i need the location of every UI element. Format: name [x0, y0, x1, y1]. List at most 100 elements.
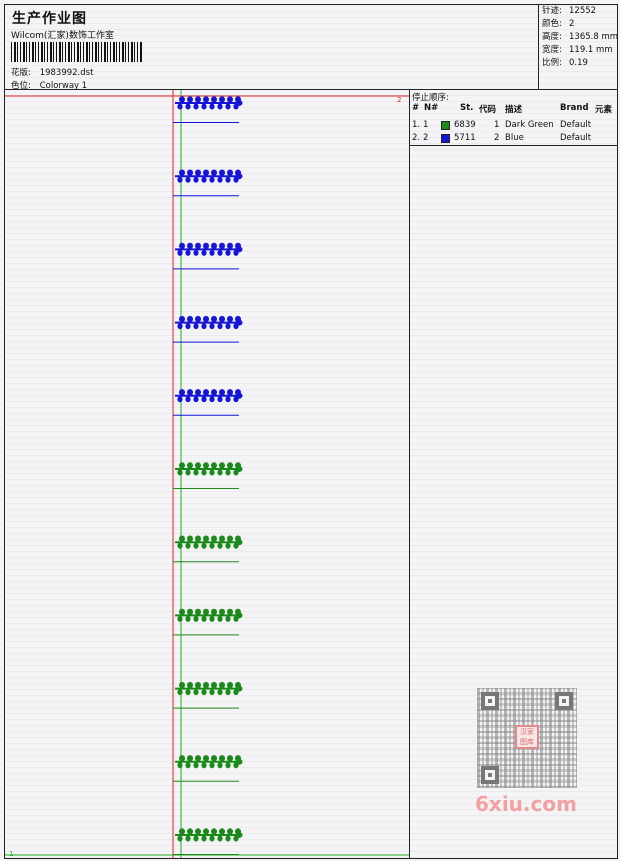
- sprig-leaf: [219, 608, 225, 616]
- sprig-leaf: [211, 96, 217, 103]
- stat-value: 119.1 mm: [569, 45, 613, 55]
- sprig-leaf: [187, 242, 193, 250]
- sprig-leaf: [219, 681, 225, 689]
- col-index: #: [412, 103, 420, 113]
- embroidery-sprig: [173, 828, 243, 855]
- sprig-leaf: [193, 762, 199, 769]
- sprig-tip: [235, 832, 243, 838]
- sprig-tip: [235, 246, 243, 253]
- sprig-leaf: [185, 762, 191, 769]
- sprig-leaf: [185, 689, 191, 696]
- sprig-leaf: [203, 169, 209, 176]
- sprig-leaf: [201, 542, 207, 549]
- sprig-leaf: [219, 462, 225, 469]
- sprig-leaf: [227, 462, 233, 469]
- sprig-leaf: [193, 396, 199, 403]
- sprig-leaf: [217, 469, 223, 476]
- sprig-leaf: [227, 755, 233, 762]
- sprig-leaf: [201, 176, 207, 183]
- sprig-leaf: [227, 535, 233, 542]
- sprig-leaf: [227, 608, 233, 616]
- sprig-leaf: [209, 396, 215, 403]
- sprig-leaf: [203, 828, 209, 835]
- sprig-leaf: [179, 389, 185, 396]
- sprig-leaf: [217, 103, 223, 110]
- sprig-leaf: [185, 469, 191, 476]
- color-swatch: [441, 121, 450, 131]
- sprig-tip: [235, 319, 243, 326]
- embroidery-sprig: [173, 462, 243, 489]
- col-code: 代码: [479, 105, 497, 115]
- sprig-leaf: [219, 242, 225, 250]
- start-marker: 2: [397, 96, 401, 104]
- col-brand: Brand: [560, 103, 589, 113]
- sprig-leaf: [217, 323, 223, 330]
- sprig-leaf: [227, 389, 233, 396]
- color-swatch-box: [441, 121, 450, 130]
- sprig-leaf: [193, 469, 199, 476]
- stat-value: 0.19: [569, 58, 588, 68]
- sprig-leaf: [201, 689, 207, 696]
- end-marker: 1: [9, 850, 13, 858]
- sprig-leaf: [177, 176, 183, 183]
- sprig-leaf: [217, 835, 223, 842]
- sprig-group: [173, 96, 243, 855]
- col-element: 元素: [595, 105, 613, 115]
- sprig-leaf: [225, 689, 231, 696]
- sprig-leaf: [211, 242, 217, 250]
- sprig-leaf: [177, 249, 183, 256]
- sprig-leaf: [195, 96, 201, 103]
- sprig-leaf: [177, 542, 183, 549]
- sprig-leaf: [179, 755, 185, 762]
- sprig-leaf: [201, 762, 207, 769]
- stat-label: 针迹:: [542, 6, 562, 16]
- page-title: 生产作业图: [12, 11, 87, 27]
- watermark: 汉家图库 6xiu.com: [472, 685, 584, 820]
- sprig-leaf: [209, 103, 215, 110]
- sprig-leaf: [219, 315, 225, 323]
- sprig-leaf: [225, 835, 231, 842]
- sprig-leaf: [193, 323, 199, 330]
- embroidery-sprig: [173, 96, 243, 123]
- stat-width: 宽度: 119.1 mm: [539, 44, 619, 57]
- sprig-leaf: [203, 755, 209, 762]
- sprig-leaf: [187, 315, 193, 323]
- row-index: 2.: [412, 133, 421, 143]
- stat-value: 2: [569, 19, 575, 29]
- embroidery-sprig: [173, 389, 243, 416]
- sprig-leaf: [179, 828, 185, 835]
- sprig-leaf: [187, 96, 193, 103]
- barcode: [11, 42, 143, 62]
- sprig-leaf: [217, 396, 223, 403]
- design-canvas: 2 1: [5, 90, 409, 858]
- stop-sequence-caption: 停止顺序:: [412, 93, 449, 103]
- sprig-leaf: [217, 762, 223, 769]
- row-brand: Default: [560, 133, 592, 143]
- row-code: 2: [494, 133, 500, 143]
- sprig-tip: [235, 173, 243, 180]
- qr-finder: [481, 766, 499, 784]
- sprig-leaf: [227, 242, 233, 250]
- embroidery-sprig: [173, 242, 243, 270]
- sprig-leaf: [211, 535, 217, 542]
- sprig-leaf: [203, 315, 209, 323]
- row-number: 2: [423, 133, 429, 143]
- sprig-leaf: [193, 615, 199, 622]
- col-stitches: St.: [460, 103, 474, 113]
- sprig-leaf: [195, 315, 201, 323]
- sprig-leaf: [195, 681, 201, 689]
- sprig-leaf: [225, 396, 231, 403]
- sprig-leaf: [185, 615, 191, 622]
- stat-label: 比例:: [542, 58, 562, 68]
- design-preview: 2 1: [5, 90, 410, 858]
- sprig-leaf: [187, 608, 193, 616]
- sprig-leaf: [211, 828, 217, 835]
- sprig-leaf: [201, 396, 207, 403]
- sprig-tip: [235, 758, 243, 765]
- row-description: Dark Green: [505, 120, 554, 130]
- sprig-leaf: [179, 96, 185, 103]
- sprig-leaf: [195, 535, 201, 542]
- sprig-leaf: [203, 389, 209, 396]
- embroidery-sprig: [173, 535, 243, 563]
- embroidery-sprig: [173, 755, 243, 782]
